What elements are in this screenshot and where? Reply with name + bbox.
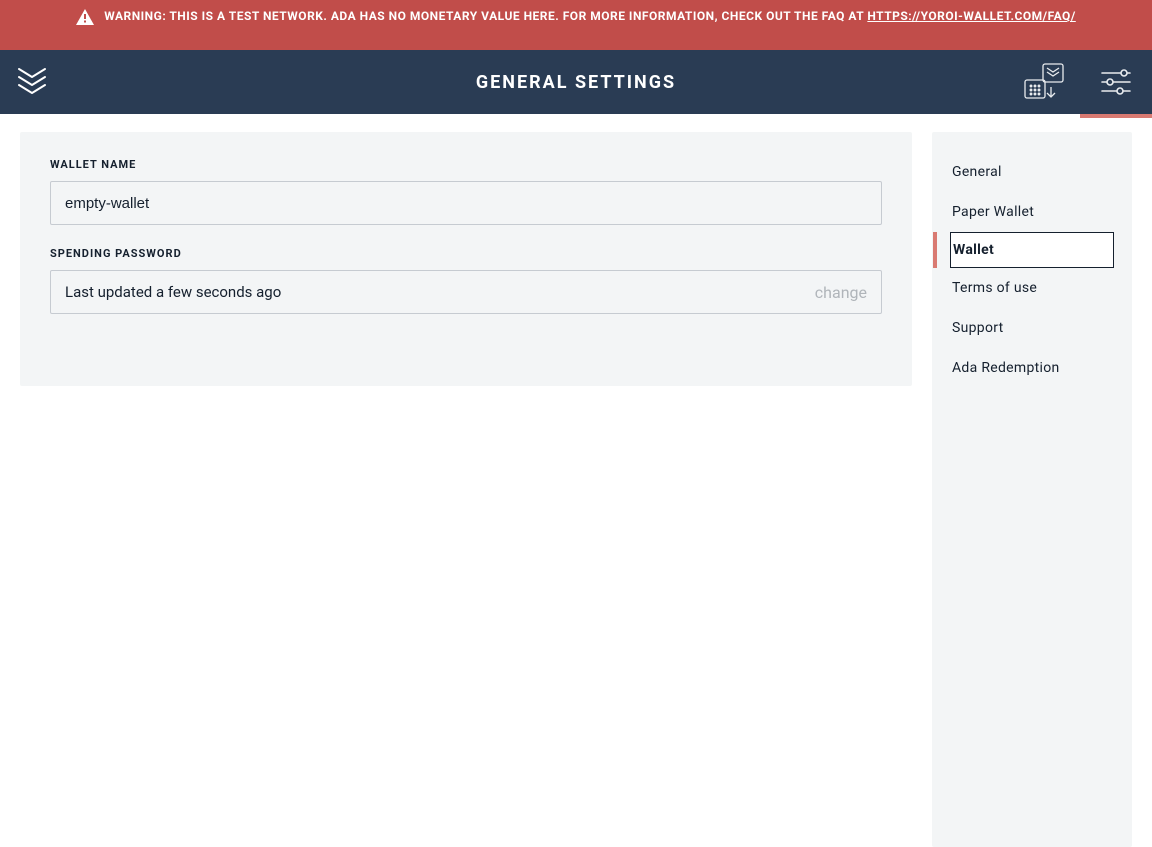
sidebar-item-ada-redemption[interactable]: Ada Redemption bbox=[932, 348, 1132, 388]
test-network-warning-banner: WARNING: THIS IS A TEST NETWORK. ADA HAS… bbox=[0, 0, 1152, 50]
warning-icon bbox=[76, 9, 94, 25]
sidebar-item-terms-of-use[interactable]: Terms of use bbox=[932, 268, 1132, 308]
wallet-settings-panel: WALLET NAME SPENDING PASSWORD Last updat… bbox=[20, 132, 912, 386]
sidebar-item-label: Paper Wallet bbox=[952, 204, 1034, 220]
sidebar-item-paper-wallet[interactable]: Paper Wallet bbox=[932, 192, 1132, 232]
sidebar-item-support[interactable]: Support bbox=[932, 308, 1132, 348]
wallet-name-label: WALLET NAME bbox=[50, 158, 882, 171]
sidebar-item-label: Terms of use bbox=[952, 280, 1037, 296]
header-actions bbox=[1008, 50, 1152, 114]
sidebar-item-label: Support bbox=[952, 320, 1004, 336]
settings-sidebar: General Paper Wallet Wallet Terms of use… bbox=[932, 132, 1132, 847]
spending-password-row: Last updated a few seconds ago change bbox=[50, 270, 882, 314]
page-title: GENERAL SETTINGS bbox=[0, 72, 1152, 93]
sidebar-item-general[interactable]: General bbox=[932, 152, 1132, 192]
sidebar-item-label: Wallet bbox=[953, 242, 994, 258]
app-logo[interactable] bbox=[0, 65, 64, 99]
warning-text: WARNING: THIS IS A TEST NETWORK. ADA HAS… bbox=[104, 8, 1076, 25]
wallet-name-input[interactable] bbox=[50, 181, 882, 225]
warning-message: WARNING: THIS IS A TEST NETWORK. ADA HAS… bbox=[104, 9, 867, 23]
sidebar-item-label: General bbox=[952, 164, 1002, 180]
spending-password-field-group: SPENDING PASSWORD Last updated a few sec… bbox=[50, 247, 882, 314]
change-password-link[interactable]: change bbox=[815, 283, 867, 302]
sidebar-item-wallet[interactable]: Wallet bbox=[950, 232, 1114, 268]
wallet-name-field-group: WALLET NAME bbox=[50, 158, 882, 225]
main-content: WALLET NAME SPENDING PASSWORD Last updat… bbox=[0, 114, 1152, 847]
spending-password-status: Last updated a few seconds ago bbox=[65, 283, 281, 301]
settings-button[interactable] bbox=[1080, 50, 1152, 114]
warning-faq-link[interactable]: HTTPS://YOROI-WALLET.COM/FAQ/ bbox=[867, 9, 1075, 23]
daedalus-transfer-button[interactable] bbox=[1008, 50, 1080, 114]
app-header: GENERAL SETTINGS bbox=[0, 50, 1152, 114]
sidebar-item-label: Ada Redemption bbox=[952, 360, 1060, 376]
spending-password-label: SPENDING PASSWORD bbox=[50, 247, 882, 260]
